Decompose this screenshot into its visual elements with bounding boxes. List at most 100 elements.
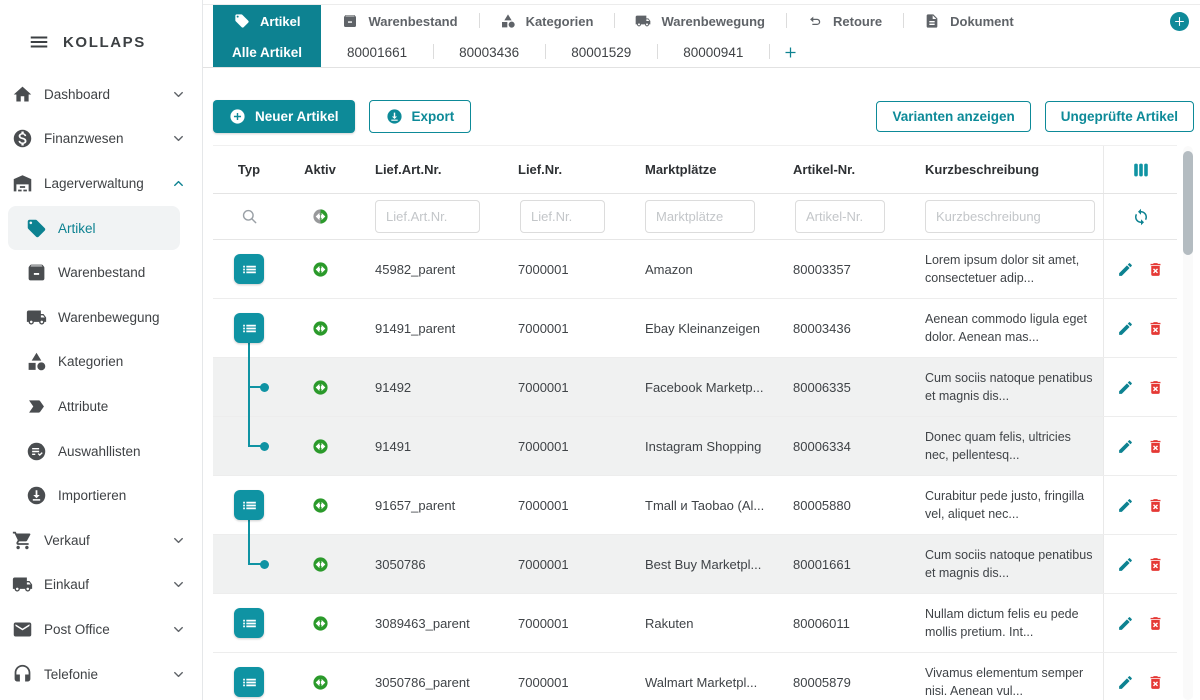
chevron-down-icon <box>171 533 186 548</box>
refresh-icon[interactable] <box>1132 208 1150 226</box>
delete-icon[interactable] <box>1147 615 1164 632</box>
cell-lief-art-nr: 3050786_parent <box>355 675 500 690</box>
sidebar-item-warenbewegung[interactable]: Warenbewegung <box>0 295 202 340</box>
table-row-child[interactable]: 91492 7000001 Facebook Marketp... 800063… <box>213 358 1177 417</box>
show-variants-button[interactable]: Varianten anzeigen <box>876 101 1030 132</box>
sidebar-item-auswahllisten[interactable]: Auswahllisten <box>0 429 202 474</box>
filter-artikel-nr-input[interactable] <box>795 200 885 233</box>
table-row[interactable]: 45982_parent 7000001 Amazon 80003357 Lor… <box>213 240 1177 299</box>
edit-icon[interactable] <box>1117 438 1134 455</box>
subtab-article[interactable]: 80003436 <box>433 37 545 67</box>
add-tab-button[interactable] <box>1170 12 1189 31</box>
home-icon <box>12 84 33 105</box>
document-icon <box>924 13 940 29</box>
cell-marktplaetze: Instagram Shopping <box>625 439 775 454</box>
search-icon[interactable] <box>240 207 259 226</box>
filter-lief-nr-input[interactable] <box>520 200 605 233</box>
column-settings-icon[interactable] <box>1130 159 1152 181</box>
column-header-aktiv: Aktiv <box>285 162 355 177</box>
sidebar-item-telefonie[interactable]: Telefonie <box>0 652 202 697</box>
cell-kurzbeschreibung: Cum sociis natoque penatibus et magnis d… <box>905 546 1103 582</box>
delete-icon[interactable] <box>1147 438 1164 455</box>
cell-kurzbeschreibung: Donec quam felis, ultricies nec, pellent… <box>905 428 1103 464</box>
sidebar-item-artikel[interactable]: Artikel <box>8 206 180 251</box>
cell-lief-nr: 7000001 <box>500 380 625 395</box>
add-subtab-button[interactable] <box>769 37 812 67</box>
table-row-child[interactable]: 3050786 7000001 Best Buy Marketpl... 800… <box>213 535 1177 594</box>
module-tabbar: Artikel Warenbestand Kategorien Warenbew… <box>203 4 1200 38</box>
delete-icon[interactable] <box>1147 556 1164 573</box>
edit-icon[interactable] <box>1117 497 1134 514</box>
cell-marktplaetze: Rakuten <box>625 616 775 631</box>
chevron-down-icon <box>171 577 186 592</box>
tab-kategorien[interactable]: Kategorien <box>479 5 615 37</box>
subtab-alle-artikel[interactable]: Alle Artikel <box>213 37 321 67</box>
cell-lief-nr: 7000001 <box>500 557 625 572</box>
sidebar-item-attribute[interactable]: Attribute <box>0 384 202 429</box>
delete-icon[interactable] <box>1147 497 1164 514</box>
edit-icon[interactable] <box>1117 615 1134 632</box>
sidebar-item-importieren[interactable]: Importieren <box>0 473 202 518</box>
column-header-artikel-nr: Artikel-Nr. <box>775 162 905 177</box>
edit-icon[interactable] <box>1117 261 1134 278</box>
type-list-icon[interactable] <box>234 254 264 284</box>
edit-icon[interactable] <box>1117 320 1134 337</box>
cell-marktplaetze: Amazon <box>625 262 775 277</box>
cell-marktplaetze: Ebay Kleinanzeigen <box>625 321 775 336</box>
table-row[interactable]: 3050786_parent 7000001 Walmart Marketpl.… <box>213 653 1177 700</box>
active-status-icon <box>312 497 329 514</box>
delete-icon[interactable] <box>1147 261 1164 278</box>
sidebar-item-verkauf[interactable]: Verkauf <box>0 518 202 563</box>
delete-icon[interactable] <box>1147 320 1164 337</box>
cell-lief-nr: 7000001 <box>500 616 625 631</box>
app-logo: KOLLAPS <box>0 0 202 73</box>
subtab-article[interactable]: 80001529 <box>545 37 657 67</box>
archive-box-icon <box>342 13 358 29</box>
tree-connector <box>248 416 250 446</box>
tab-warenbestand[interactable]: Warenbestand <box>321 5 478 37</box>
tab-dokument[interactable]: Dokument <box>903 5 1035 37</box>
unchecked-articles-button[interactable]: Ungeprüfte Artikel <box>1045 101 1194 132</box>
sidebar-item-kategorien[interactable]: Kategorien <box>0 340 202 385</box>
filter-kurzbeschreibung-input[interactable] <box>925 200 1095 233</box>
table-row-child[interactable]: 91491 7000001 Instagram Shopping 8000633… <box>213 417 1177 476</box>
edit-icon[interactable] <box>1117 674 1134 691</box>
sidebar-item-dashboard[interactable]: Dashboard <box>0 72 202 117</box>
type-list-icon[interactable] <box>234 608 264 638</box>
type-list-icon[interactable] <box>234 490 264 520</box>
edit-icon[interactable] <box>1117 379 1134 396</box>
truck-icon <box>635 13 651 29</box>
filter-marktplaetze-input[interactable] <box>645 200 755 233</box>
articles-table: Typ Aktiv Lief.Art.Nr. Lief.Nr. Marktplä… <box>213 145 1177 700</box>
add-circle-icon <box>229 108 246 125</box>
delete-icon[interactable] <box>1147 674 1164 691</box>
new-article-button[interactable]: Neuer Artikel <box>213 100 355 133</box>
tab-artikel[interactable]: Artikel <box>213 5 321 37</box>
active-filter-toggle-icon[interactable] <box>312 208 329 225</box>
cell-marktplaetze: Walmart Marketpl... <box>625 675 775 690</box>
table-row[interactable]: 3089463_parent 7000001 Rakuten 80006011 … <box>213 594 1177 653</box>
sidebar-item-lagerverwaltung[interactable]: Lagerverwaltung <box>0 161 202 206</box>
active-status-icon <box>312 320 329 337</box>
filter-lief-art-nr-input[interactable] <box>375 200 480 233</box>
hamburger-menu-icon[interactable] <box>28 31 50 53</box>
cell-lief-art-nr: 91657_parent <box>355 498 500 513</box>
export-button[interactable]: Export <box>369 100 472 133</box>
plus-icon <box>1173 15 1186 28</box>
sidebar-item-finanzwesen[interactable]: Finanzwesen <box>0 117 202 162</box>
type-list-icon[interactable] <box>234 667 264 697</box>
subtab-article[interactable]: 80001661 <box>321 37 433 67</box>
sidebar-item-post-office[interactable]: Post Office <box>0 607 202 652</box>
sidebar-item-einkauf[interactable]: Einkauf <box>0 563 202 608</box>
cell-lief-art-nr: 91491 <box>355 439 500 454</box>
tab-retoure[interactable]: Retoure <box>786 5 903 37</box>
delete-icon[interactable] <box>1147 379 1164 396</box>
table-row[interactable]: 91491_parent 7000001 Ebay Kleinanzeigen … <box>213 299 1177 358</box>
sidebar-item-warenbestand[interactable]: Warenbestand <box>0 250 202 295</box>
edit-icon[interactable] <box>1117 556 1134 573</box>
tab-warenbewegung[interactable]: Warenbewegung <box>614 5 786 37</box>
subtab-article[interactable]: 80000941 <box>657 37 769 67</box>
scrollbar-thumb[interactable] <box>1183 151 1193 255</box>
type-list-icon[interactable] <box>234 313 264 343</box>
table-row[interactable]: 91657_parent 7000001 Tmall и Taobao (Al.… <box>213 476 1177 535</box>
